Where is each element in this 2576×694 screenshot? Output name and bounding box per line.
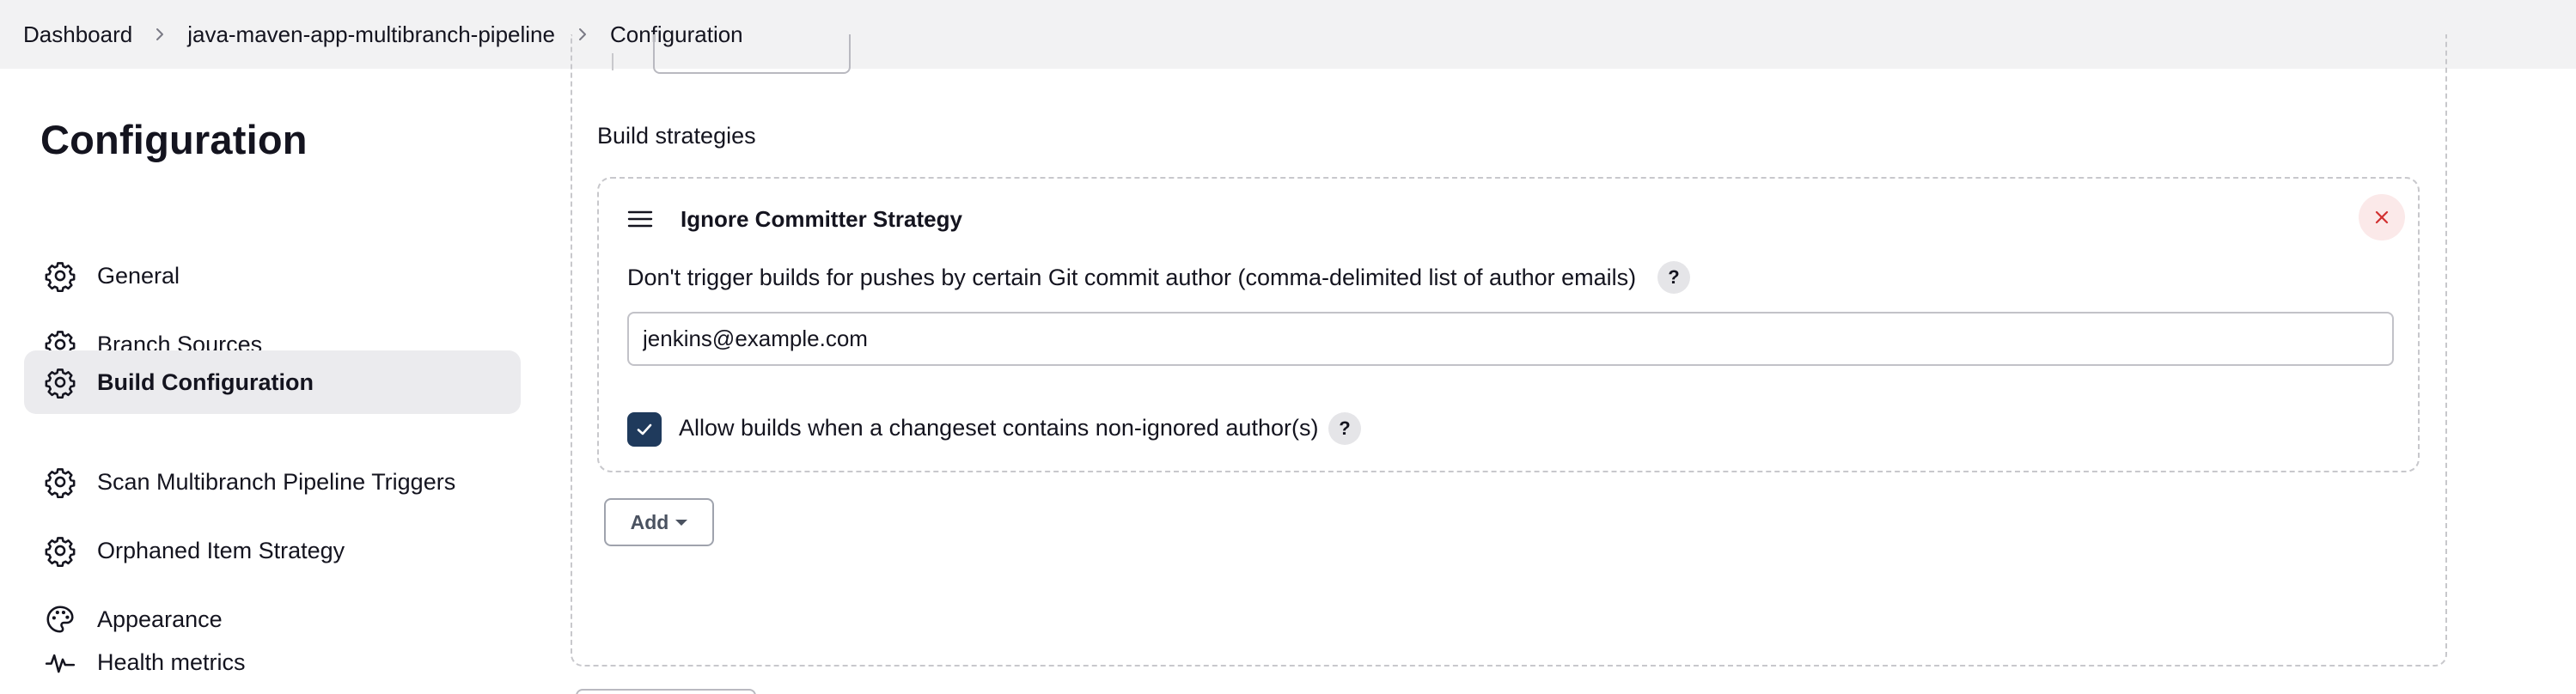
close-icon [2373,209,2390,226]
gear-icon [43,533,77,568]
strategy-card: Ignore Committer Strategy Don't trigger … [597,177,2420,472]
sidebar-item-label: General [97,262,180,289]
delete-strategy-button[interactable] [2359,194,2405,240]
pulse-icon [43,645,77,679]
sidebar: Configuration General Branch Sources Bui… [0,69,550,694]
strategy-title: Ignore Committer Strategy [681,206,962,232]
add-button-label: Add [630,510,669,533]
gear-icon [43,365,77,399]
sidebar-item-orphaned-item-strategy[interactable]: Orphaned Item Strategy [24,519,521,582]
sidebar-item-label: Scan Multibranch Pipeline Triggers [97,468,456,495]
allow-builds-label: Allow builds when a changeset contains n… [679,415,1319,441]
allow-builds-checkbox[interactable] [627,412,662,447]
breadcrumb-dashboard[interactable]: Dashboard [23,21,132,48]
sidebar-item-scan-triggers[interactable]: Scan Multibranch Pipeline Triggers [24,450,521,514]
breadcrumb-project[interactable]: java-maven-app-multibranch-pipeline [187,21,555,48]
caret-down-icon [675,519,688,526]
gear-icon [43,259,77,293]
help-button-allow-builds[interactable]: ? [1328,412,1361,445]
chevron-right-icon [152,27,168,42]
sidebar-item-health-metrics[interactable]: Health metrics [24,630,521,694]
page-title: Configuration [40,117,308,162]
sidebar-item-label: Health metrics [97,648,246,675]
help-button-authors[interactable]: ? [1657,261,1690,294]
sidebar-item-label: Appearance [97,606,223,632]
gear-icon [43,465,77,499]
button-partial-bottom[interactable] [576,689,756,694]
sidebar-item-label: Orphaned Item Strategy [97,537,345,563]
button-partial-top[interactable] [653,34,851,74]
checkmark-icon [634,419,655,440]
sidebar-item-label: Build Configuration [97,368,314,395]
ignored-authors-label: Don't trigger builds for pushes by certa… [627,265,1637,290]
divider [612,53,613,70]
drag-handle-icon[interactable] [627,210,653,228]
ignored-authors-input[interactable] [627,312,2394,366]
sidebar-item-build-configuration[interactable]: Build Configuration [24,350,521,414]
build-strategies-label: Build strategies [597,123,756,149]
sidebar-item-general[interactable]: General [24,244,521,307]
add-strategy-button[interactable]: Add [604,498,714,546]
